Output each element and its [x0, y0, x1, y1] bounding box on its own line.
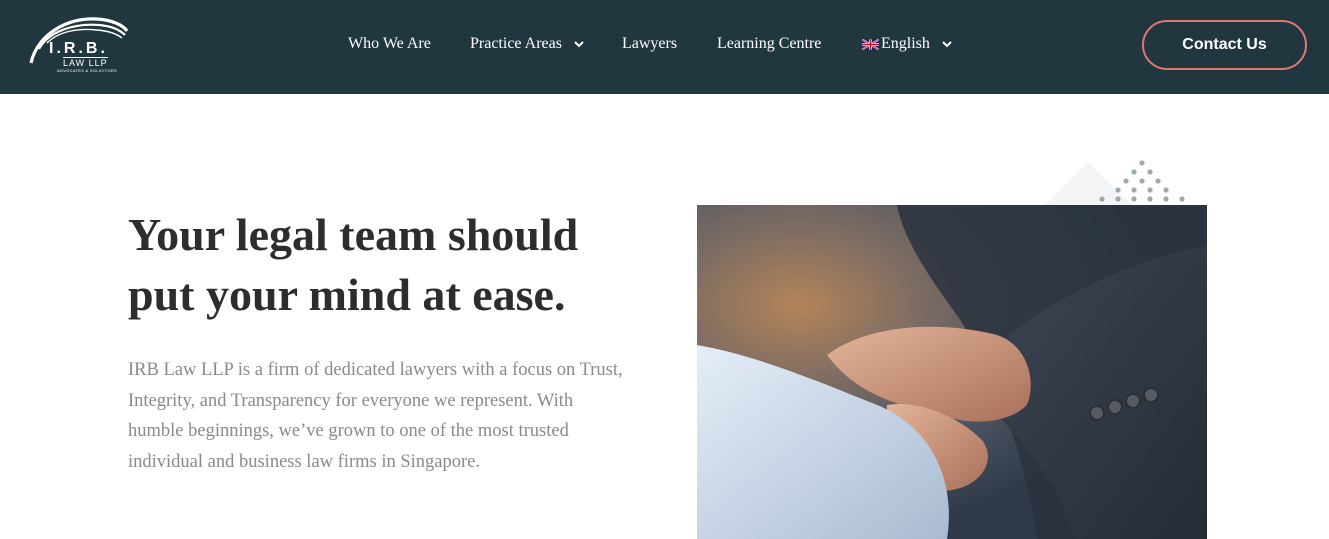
hero-title: Your legal team should put your mind at … — [128, 209, 579, 320]
hero-description: IRB Law LLP is a firm of dedicated lawye… — [128, 360, 623, 472]
nav-who-we-are[interactable]: Who We Are — [348, 35, 431, 53]
handshake-image — [697, 205, 1207, 539]
site-header: I.R.B. LAW LLP ADVOCATES & SOLICITORS Wh… — [0, 0, 1329, 94]
uk-flag-icon — [862, 38, 879, 50]
language-label: English — [881, 35, 930, 52]
chevron-down-icon[interactable] — [942, 35, 952, 53]
chevron-down-icon[interactable] — [574, 35, 584, 53]
main-nav: Who We Are Practice Areas Lawyers Learni… — [0, 0, 1329, 94]
nav-practice-areas[interactable]: Practice Areas — [470, 35, 584, 53]
nav-lawyers-label: Lawyers — [622, 35, 678, 52]
nav-lawyers[interactable]: Lawyers — [622, 35, 677, 53]
language-selector[interactable]: English — [862, 35, 952, 53]
contact-us-button[interactable]: Contact Us — [1142, 20, 1307, 70]
nav-learning-centre[interactable]: Learning Centre — [717, 35, 821, 53]
nav-who-we-are-label: Who We Are — [348, 35, 431, 52]
nav-learning-centre-label: Learning Centre — [717, 35, 822, 52]
nav-practice-areas-label: Practice Areas — [470, 35, 562, 52]
